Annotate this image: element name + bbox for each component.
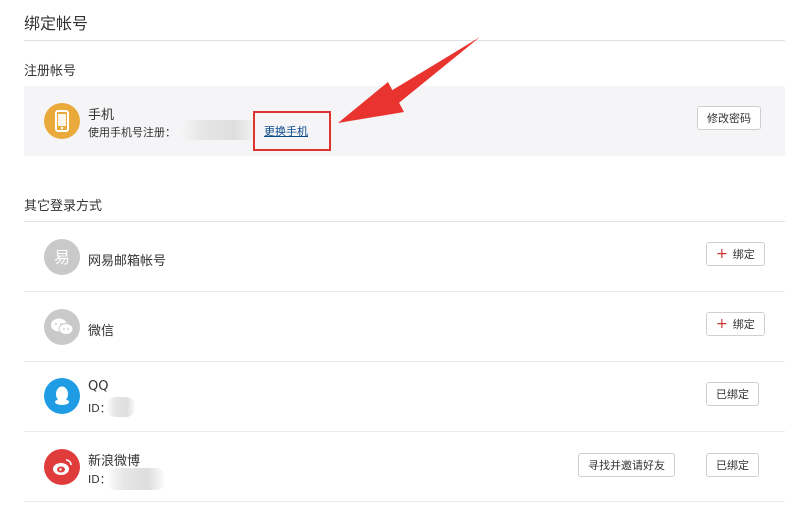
phone-icon <box>44 103 80 139</box>
plus-icon: + <box>716 316 728 332</box>
row-divider <box>24 361 785 362</box>
bind-label: 绑定 <box>732 248 755 261</box>
wechat-title: 微信 <box>88 324 115 339</box>
row-divider <box>24 501 785 502</box>
weibo-bound-button[interactable]: 已绑定 <box>706 453 759 477</box>
wechat-icon <box>44 309 80 345</box>
phone-subtitle: 使用手机号注册： <box>88 126 176 139</box>
other-section-title: 其它登录方式 <box>24 199 103 214</box>
qq-title: QQ <box>88 379 109 394</box>
weibo-id-redacted <box>106 468 166 490</box>
row-divider <box>24 291 785 292</box>
other-section-divider <box>24 221 785 222</box>
page-title: 绑定帐号 <box>24 14 89 33</box>
svg-text:易: 易 <box>54 248 70 267</box>
netease-mail-icon: 易 <box>44 239 80 275</box>
weibo-icon <box>44 449 80 485</box>
phone-title: 手机 <box>88 108 115 123</box>
qq-bound-button[interactable]: 已绑定 <box>706 382 759 406</box>
qq-id-redacted <box>106 397 136 417</box>
row-divider <box>24 431 785 432</box>
registered-section-title: 注册帐号 <box>24 64 77 79</box>
bind-netease-button[interactable]: + 绑定 <box>706 242 765 266</box>
netease-mail-title: 网易邮箱帐号 <box>88 254 167 269</box>
weibo-title: 新浪微博 <box>88 454 141 469</box>
highlight-box-annotation <box>253 111 331 151</box>
plus-icon: + <box>716 246 728 262</box>
bind-label: 绑定 <box>732 318 755 331</box>
title-divider <box>24 40 785 41</box>
bind-wechat-button[interactable]: + 绑定 <box>706 312 765 336</box>
phone-number-redacted <box>180 120 258 140</box>
find-invite-friends-button[interactable]: 寻找并邀请好友 <box>578 453 675 477</box>
registered-account-card <box>24 86 785 156</box>
change-password-button[interactable]: 修改密码 <box>697 106 761 130</box>
qq-icon <box>44 378 80 414</box>
